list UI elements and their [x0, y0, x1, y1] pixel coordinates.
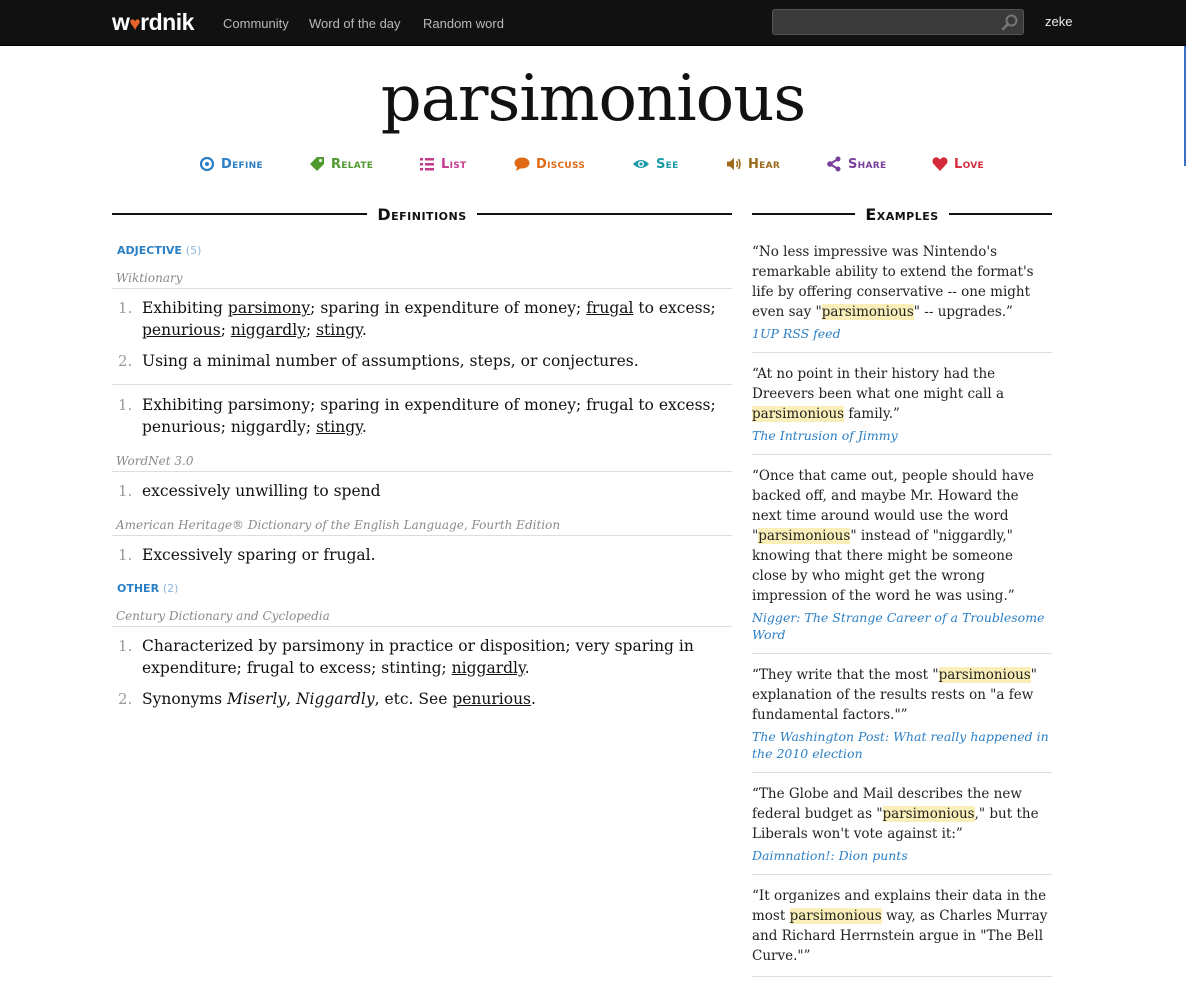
example-source-link[interactable]: The Washington Post: What really happene… — [752, 728, 1052, 762]
link-frugal[interactable]: frugal — [586, 299, 633, 317]
synonym-niggardly: Niggardly — [295, 690, 375, 708]
action-hear[interactable]: Hear — [726, 156, 780, 172]
link-stingy[interactable]: stingy — [316, 418, 362, 436]
divider — [112, 213, 368, 215]
pos-other[interactable]: other (2) — [112, 582, 732, 595]
link-niggardly[interactable]: niggardly — [231, 321, 306, 339]
examples-header: Examples — [752, 204, 1053, 224]
link-penurious[interactable]: penurious — [452, 690, 531, 708]
definition-item: 1. Excessively sparing or frugal. — [118, 546, 376, 564]
example-item: “The Globe and Mail describes the new fe… — [752, 784, 1052, 875]
link-parsimony[interactable]: parsimony — [228, 299, 310, 317]
speech-bubble-icon — [514, 157, 530, 171]
example-quote: “Once that came out, people should have … — [752, 468, 1034, 604]
tag-icon — [310, 157, 324, 171]
nav-word-of-the-day[interactable]: Word of the day — [309, 16, 401, 31]
definition-list: 1. Exhibiting parsimony; sparing in expen… — [112, 297, 732, 372]
examples-heading: Examples — [865, 204, 939, 224]
speaker-icon — [727, 158, 741, 170]
nav-random-word[interactable]: Random word — [423, 16, 504, 31]
synonym-miserly: Miserly — [227, 690, 287, 708]
divider — [112, 384, 732, 385]
link-niggardly[interactable]: niggardly — [452, 659, 525, 677]
example-item: “Once that came out, people should have … — [752, 466, 1052, 654]
source-american-heritage[interactable]: American Heritage® Dictionary of the Eng… — [112, 518, 732, 536]
definition-item: 1. Characterized by parsimony in practice… — [118, 637, 694, 677]
pos-count: (5) — [185, 244, 202, 257]
source-wordnet[interactable]: WordNet 3.0 — [112, 454, 732, 472]
top-bar: w♥rdnik Community Word of the day Random… — [0, 0, 1186, 46]
example-item: “No less impressive was Nintendo's remar… — [752, 242, 1052, 353]
action-list[interactable]: List — [419, 156, 466, 172]
link-stingy[interactable]: stingy — [316, 321, 362, 339]
example-source-link[interactable]: Daimnation!: Dion punts — [752, 847, 1052, 864]
page-title: parsimonious — [380, 62, 807, 136]
search-box[interactable] — [772, 9, 1024, 35]
divider — [476, 213, 732, 215]
highlighted-word: parsimonious — [938, 667, 1031, 683]
definition-list: 1. Exhibiting parsimony; sparing in expen… — [112, 394, 732, 438]
action-see[interactable]: See — [632, 156, 679, 172]
eye-icon — [633, 160, 649, 168]
definitions-header: Definitions — [112, 204, 732, 224]
highlighted-word: parsimonious — [758, 528, 851, 544]
definition-item: 1. Exhibiting parsimony; sparing in expen… — [118, 299, 716, 339]
highlighted-word: parsimonious — [882, 806, 975, 822]
highlighted-word: parsimonious — [752, 406, 845, 422]
highlighted-word: parsimonious — [821, 304, 914, 320]
example-quote: “It organizes and explains their data in… — [752, 888, 1048, 964]
user-menu[interactable]: zeke — [1045, 14, 1072, 29]
example-item: “It organizes and explains their data in… — [752, 886, 1052, 977]
pos-adjective[interactable]: adjective (5) — [112, 244, 732, 257]
pos-count: (2) — [162, 582, 179, 595]
example-quote: “At no point in their history had the Dr… — [752, 366, 1005, 422]
example-source-link[interactable]: The Intrusion of Jimmy — [752, 427, 1052, 444]
example-source-link[interactable]: 1UP RSS feed — [752, 325, 1052, 342]
search-input[interactable] — [779, 13, 993, 33]
divider — [948, 213, 1053, 215]
definitions-heading: Definitions — [377, 204, 467, 224]
definition-list: 1. Excessively sparing or frugal. — [112, 544, 732, 566]
action-share[interactable]: Share — [826, 156, 886, 172]
action-define[interactable]: Define — [199, 156, 263, 172]
example-item: “At no point in their history had the Dr… — [752, 364, 1052, 455]
definition-item: 1. excessively unwilling to spend — [118, 482, 381, 500]
search-icon[interactable] — [1001, 13, 1019, 31]
example-quote: “No less impressive was Nintendo's remar… — [752, 244, 1034, 320]
example-source-link[interactable]: Nigger: The Strange Career of a Troubles… — [752, 609, 1052, 643]
link-penurious[interactable]: penurious — [142, 321, 221, 339]
definition-list: 1. excessively unwilling to spend — [112, 480, 732, 502]
target-icon — [199, 156, 215, 172]
definition-item: 2. Synonyms Miserly, Niggardly, etc. See … — [118, 690, 536, 708]
divider — [752, 213, 856, 215]
wordnik-logo[interactable]: w♥rdnik — [112, 9, 194, 36]
heart-logo-icon: ♥ — [129, 14, 141, 35]
highlighted-word: parsimonious — [789, 908, 882, 924]
examples-panel: “No less impressive was Nintendo's remar… — [752, 242, 1052, 988]
definitions-panel: adjective (5) Wiktionary 1. Exhibiting pa… — [112, 236, 732, 726]
definition-list: 1. Characterized by parsimony in practice… — [112, 635, 732, 710]
definition-item: 2. Using a minimal number of assumptions,… — [118, 352, 639, 370]
source-century[interactable]: Century Dictionary and Cyclopedia — [112, 609, 732, 627]
example-quote: “They write that the most "parsimonious"… — [752, 667, 1037, 723]
definition-item: 1. Exhibiting parsimony; sparing in expen… — [118, 396, 716, 436]
share-icon — [827, 156, 841, 172]
example-quote: “The Globe and Mail describes the new fe… — [752, 786, 1039, 842]
heart-icon — [932, 157, 948, 171]
nav-community[interactable]: Community — [223, 16, 289, 31]
list-icon — [420, 158, 434, 171]
action-love[interactable]: Love — [932, 156, 984, 172]
action-discuss[interactable]: Discuss — [514, 156, 585, 172]
example-item: “They write that the most "parsimonious"… — [752, 665, 1052, 773]
source-wiktionary[interactable]: Wiktionary — [112, 271, 732, 289]
action-relate[interactable]: Relate — [309, 156, 373, 172]
